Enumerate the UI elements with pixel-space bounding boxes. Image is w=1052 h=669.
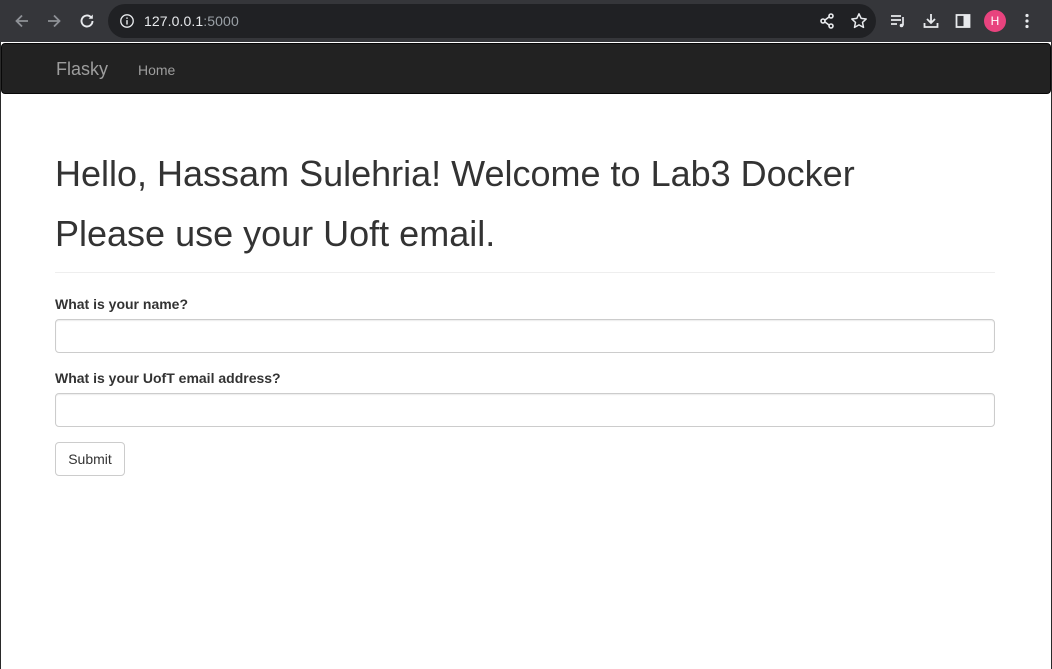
url-port: :5000 <box>203 13 239 29</box>
back-button[interactable] <box>10 9 34 33</box>
downloads-button[interactable] <box>919 9 943 33</box>
info-icon[interactable] <box>118 12 136 30</box>
instruction-heading: Please use your Uoft email. <box>55 213 496 254</box>
page-viewport: Flasky Home Hello, Hassam Sulehria! Welc… <box>0 42 1052 669</box>
reload-button[interactable] <box>75 9 99 33</box>
reading-list-button[interactable] <box>886 9 910 33</box>
email-input[interactable] <box>55 393 995 427</box>
header-divider <box>55 272 995 273</box>
share-icon <box>820 13 834 29</box>
share-button[interactable] <box>815 9 839 33</box>
profile-avatar[interactable]: H <box>984 10 1006 32</box>
star-icon <box>851 13 867 29</box>
kebab-menu-icon <box>1025 13 1029 29</box>
email-label: What is your UofT email address? <box>55 370 281 386</box>
reading-list-icon <box>891 15 904 28</box>
url-host: 127.0.0.1 <box>144 13 204 29</box>
name-label: What is your name? <box>55 296 189 312</box>
profile-initial: H <box>990 14 1000 28</box>
submit-button[interactable]: Submit <box>55 442 125 476</box>
arrow-right-icon <box>48 14 61 28</box>
bookmark-button[interactable] <box>847 9 871 33</box>
arrow-left-icon <box>15 14 28 28</box>
forward-button[interactable] <box>42 9 66 33</box>
address-bar[interactable]: 127.0.0.1:5000 <box>108 4 876 38</box>
navbar-brand[interactable]: Flasky <box>56 59 108 80</box>
nav-link-home[interactable]: Home <box>138 62 175 78</box>
url-text: 127.0.0.1:5000 <box>144 13 239 29</box>
side-panel-button[interactable] <box>951 9 975 33</box>
browser-menu-button[interactable] <box>1015 9 1039 33</box>
top-navbar: Flasky Home <box>1 43 1051 94</box>
name-input[interactable] <box>55 319 995 353</box>
greeting-heading: Hello, Hassam Sulehria! Welcome to Lab3 … <box>55 153 855 194</box>
side-panel-icon <box>955 14 971 28</box>
browser-toolbar: 127.0.0.1:5000 H <box>0 0 1052 42</box>
download-icon <box>923 14 939 28</box>
reload-icon <box>80 14 94 28</box>
